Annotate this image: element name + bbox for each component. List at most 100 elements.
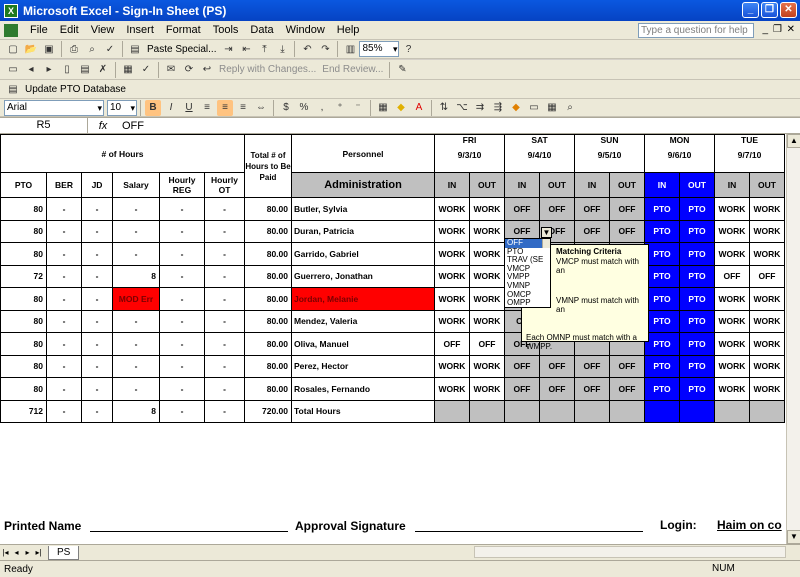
macro-icon[interactable]: ▤ [5,81,21,97]
cell-shift[interactable]: WORK [434,197,470,221]
cell-shift[interactable]: WORK [714,354,750,378]
cell-ot[interactable]: - [204,309,245,333]
cell-shift[interactable]: WORK [749,377,785,401]
cell-shift[interactable]: PTO [679,219,715,243]
cell-shift[interactable]: OFF [609,354,645,378]
cell-pto[interactable]: 72 [0,264,47,288]
cell-shift[interactable]: PTO [644,242,680,266]
dropdown-scrollbar[interactable] [542,239,550,248]
cell-shift[interactable]: PTO [644,354,680,378]
scroll-down-icon[interactable]: ▼ [787,530,800,544]
formula-input[interactable]: OFF [118,120,144,132]
cell-shift[interactable]: WORK [714,332,750,356]
cell-shift[interactable]: WORK [469,219,505,243]
show-comment-icon[interactable]: ▯ [59,62,75,78]
reply-with-changes-button[interactable]: Reply with Changes... [216,64,319,75]
borders-icon[interactable]: ▦ [375,100,391,116]
sheet-tab-ps[interactable]: PS [48,545,80,560]
comma-icon[interactable]: , [314,100,330,116]
cell-ber[interactable]: - [46,377,82,401]
menu-insert[interactable]: Insert [120,24,160,36]
cell-pto[interactable]: 80 [0,332,47,356]
cell-shift[interactable]: WORK [749,287,785,311]
align-left-icon[interactable]: ≡ [199,100,215,116]
underline-button[interactable]: U [181,100,197,116]
delete-comment-icon[interactable]: ✗ [95,62,111,78]
cell-shift[interactable]: PTO [679,354,715,378]
bold-button[interactable]: B [145,99,161,116]
cell-pto[interactable]: 80 [0,354,47,378]
error-check-icon[interactable]: ◆ [508,100,524,116]
cell-salary[interactable]: 8 [112,264,160,288]
excel-app-icon[interactable]: X [4,3,18,18]
cell-shift[interactable]: WORK [434,219,470,243]
cell-shift[interactable]: PTO [679,332,715,356]
last-sheet-icon[interactable]: ▸| [33,548,44,557]
cell-reg[interactable]: - [159,264,205,288]
cell-total[interactable]: 80.00 [244,219,292,243]
cell-shift[interactable]: WORK [469,264,505,288]
decrease-decimal-icon[interactable]: ⁻ [350,100,366,116]
menu-help[interactable]: Help [331,24,366,36]
cell-total[interactable]: 80.00 [244,242,292,266]
cell-reg[interactable]: - [159,287,205,311]
spelling-icon[interactable]: ✓ [102,41,118,57]
cell-shift[interactable]: WORK [434,264,470,288]
cell-total[interactable]: 80.00 [244,332,292,356]
cell-shift[interactable]: OFF [504,377,540,401]
insert-cols-icon[interactable]: ⇤ [238,41,254,57]
workbook-close-icon[interactable]: ✕ [787,24,795,35]
menu-edit[interactable]: Edit [54,24,85,36]
accept-icon[interactable]: ✓ [138,62,154,78]
ink-annotations-icon[interactable]: ✎ [394,62,410,78]
cell-shift[interactable]: OFF [749,264,785,288]
track-changes-icon[interactable]: ▦ [120,62,136,78]
cell-shift[interactable]: WORK [749,332,785,356]
cell-shift[interactable]: OFF [434,332,470,356]
cell-reg[interactable]: - [159,354,205,378]
prev-comment-icon[interactable]: ◂ [23,62,39,78]
total-paid[interactable]: 720.00 [244,399,292,423]
reply-icon[interactable]: ↩ [199,62,215,78]
cell-shift[interactable]: WORK [469,242,505,266]
total-reg[interactable]: - [159,399,205,423]
cell-ot[interactable]: - [204,219,245,243]
cell-shift[interactable]: OFF [714,264,750,288]
cell-shift[interactable]: PTO [644,377,680,401]
group-icon[interactable]: ⇶ [490,100,506,116]
cell-ot[interactable]: - [204,332,245,356]
cell-total[interactable]: 80.00 [244,287,292,311]
cell-salary[interactable]: - [112,332,160,356]
cell-shift[interactable]: WORK [434,242,470,266]
italic-button[interactable]: I [163,100,179,116]
workbook-icon[interactable] [4,23,18,37]
cell-ber[interactable]: - [46,287,82,311]
cell-total[interactable]: 80.00 [244,309,292,333]
next-comment-icon[interactable]: ▸ [41,62,57,78]
trace-icon[interactable]: ⇉ [472,100,488,116]
cell-ot[interactable]: - [204,287,245,311]
filter-icon[interactable]: ⌥ [454,100,470,116]
cell-total[interactable]: 80.00 [244,354,292,378]
cell-shift[interactable]: OFF [574,377,610,401]
cell-shift[interactable]: PTO [679,377,715,401]
paste-special-icon[interactable]: ▤ [127,41,143,57]
horizontal-scrollbar[interactable] [474,546,786,558]
chart-icon[interactable]: ▥ [342,41,358,57]
cell-shift[interactable]: OFF [539,377,575,401]
font-size-select[interactable]: 10 [107,99,137,116]
cell-jd[interactable]: - [81,377,113,401]
open-icon[interactable]: 📂 [23,41,39,57]
cell-reg[interactable]: - [159,332,205,356]
cell-shift[interactable]: WORK [749,309,785,333]
cell-shift[interactable]: PTO [679,309,715,333]
menu-file[interactable]: File [24,24,54,36]
cell-pto[interactable]: 80 [0,242,47,266]
end-review-button[interactable]: End Review... [319,64,386,75]
menu-tools[interactable]: Tools [207,24,245,36]
new-icon[interactable]: ▢ [5,41,21,57]
fill-color-icon[interactable]: ◆ [393,100,409,116]
cell-shift[interactable]: PTO [644,197,680,221]
cell-pto[interactable]: 80 [0,219,47,243]
cell-shift[interactable]: WORK [714,219,750,243]
